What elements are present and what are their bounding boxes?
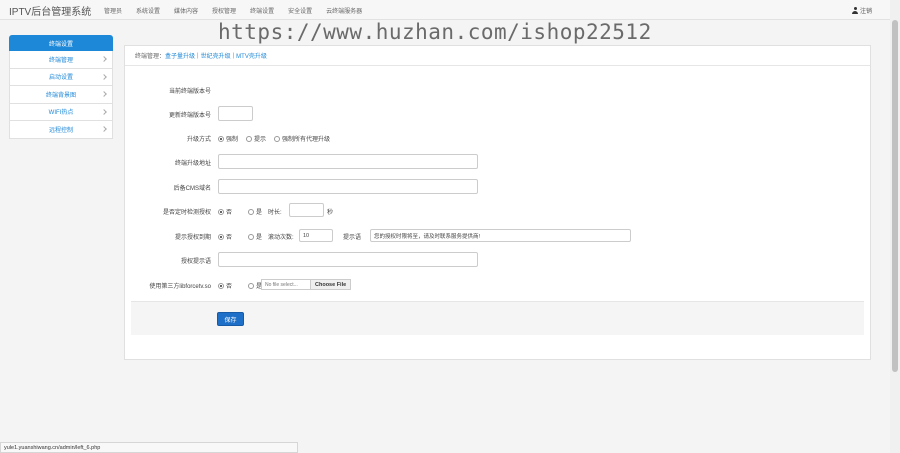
chevron-right-icon [101, 108, 107, 115]
update-version-label: 更新终端版本号 [168, 113, 211, 119]
third-party-lib-label: 使用第三方libforcetv.so [149, 284, 211, 290]
seconds-unit: 秒 [327, 210, 334, 216]
check-auth-label: 是否定时检测授权 [162, 210, 211, 216]
cms-domain-label: 后备CMS域名 [173, 186, 211, 192]
choose-file-button[interactable]: Choose File [310, 280, 351, 289]
duration-label: 时长: [268, 210, 282, 216]
breadcrumb: 终端管理： 盒子量升级 | 世纪壳升级 | MTV壳升级 [125, 46, 870, 66]
sidebar-item-remote-control[interactable]: 远程控制 [9, 121, 113, 139]
check-auth-no-radio[interactable] [218, 208, 224, 215]
chevron-right-icon [101, 91, 107, 97]
auth-prompt-input[interactable] [218, 252, 478, 267]
chevron-right-icon [101, 126, 107, 132]
third-party-lib-no-radio[interactable] [218, 282, 224, 289]
expire-prompt-group: 否 是 [218, 232, 262, 241]
breadcrumb-separator: | [232, 52, 235, 59]
duration-input[interactable] [289, 203, 324, 217]
prompt-text-label: 提示语 [343, 235, 362, 241]
sidebar-item-boot-settings[interactable]: 启动设置 [9, 68, 113, 86]
breadcrumb-separator: | [197, 52, 199, 59]
expire-prompt-yes-label: 是 [256, 235, 263, 241]
logout-link[interactable]: 注销 [852, 6, 872, 15]
watermark: https://www.huzhan.com/ishop22512 [218, 20, 652, 44]
nav-item-system-settings[interactable]: 系统设置 [136, 6, 160, 15]
sidebar-header[interactable]: 终端设置 [9, 35, 113, 51]
tab-century-shell-upgrade[interactable]: 世纪壳升级 [201, 51, 231, 60]
third-party-lib-group: 否 是 [218, 281, 262, 290]
sidebar-item-label: 启动设置 [48, 75, 73, 82]
page-scrollbar[interactable] [890, 0, 900, 453]
check-auth-group: 否 是 [218, 207, 262, 216]
chevron-right-icon [101, 73, 107, 80]
user-icon [852, 7, 858, 14]
upgrade-mode-force-all-radio[interactable] [274, 135, 281, 142]
scroll-count-label: 滚动次数: [268, 235, 294, 241]
expire-prompt-label: 提示授权到期 [174, 235, 211, 241]
file-upload[interactable]: No file select... Choose File [261, 279, 352, 290]
logout-label: 注销 [860, 9, 873, 15]
status-bar-url: yule1.yuanshiwang.cn/admin/left_6.php [0, 442, 298, 453]
upgrade-mode-force-all-label: 强制所有代理升级 [282, 137, 331, 143]
sidebar: 终端设置 终端管理 启动设置 终端背景图 WIFI热点 远程控制 [9, 35, 113, 139]
nav-item-cloud-server[interactable]: 云终端服务器 [326, 6, 362, 15]
sidebar-item-wifi-hotspot[interactable]: WIFI热点 [9, 103, 113, 121]
nav-item-security-settings[interactable]: 安全设置 [288, 6, 312, 15]
save-button[interactable]: 保存 [217, 312, 244, 326]
upgrade-mode-label: 升级方式 [186, 137, 211, 143]
upgrade-mode-force-label: 强制 [226, 137, 239, 143]
expire-prompt-no-radio[interactable] [218, 233, 224, 240]
current-version-label: 当前终端版本号 [168, 89, 211, 95]
tab-mtv-shell-upgrade[interactable]: MTV壳升级 [236, 51, 267, 60]
sidebar-item-label: 远程控制 [48, 127, 73, 134]
upgrade-address-input[interactable] [218, 154, 478, 169]
update-version-input[interactable] [218, 106, 253, 121]
main-panel: 终端管理： 盒子量升级 | 世纪壳升级 | MTV壳升级 当前终端版本号 更新终… [124, 45, 871, 360]
top-bar: IPTV后台管理系统 管理员 系统设置 媒体内容 授权管理 终端设置 安全设置 … [0, 0, 890, 20]
sidebar-item-terminal-background[interactable]: 终端背景图 [9, 86, 113, 104]
auth-prompt-label: 授权提示语 [180, 259, 211, 265]
sidebar-item-label: WIFI热点 [48, 110, 74, 117]
check-auth-no-label: 否 [226, 210, 233, 216]
upgrade-mode-force-radio[interactable] [218, 135, 224, 142]
nav-item-license-management[interactable]: 授权管理 [212, 6, 236, 15]
sidebar-item-terminal-management[interactable]: 终端管理 [9, 51, 113, 69]
nav-item-admin[interactable]: 管理员 [104, 6, 122, 15]
chevron-right-icon [101, 56, 107, 62]
prompt-text-input[interactable]: 您的授权时限将至，请及时联系服务提供商! [370, 229, 631, 242]
upgrade-mode-prompt-radio[interactable] [246, 135, 253, 142]
tab-box-upgrade[interactable]: 盒子量升级 [165, 51, 195, 60]
form-footer: 保存 [131, 301, 864, 335]
scrollbar-thumb[interactable] [892, 20, 898, 372]
breadcrumb-label: 终端管理： [135, 54, 166, 60]
file-name-display: No file select... [265, 281, 298, 288]
third-party-lib-no-label: 否 [226, 284, 233, 290]
third-party-lib-yes-radio[interactable] [248, 282, 255, 289]
upgrade-mode-prompt-label: 提示 [254, 137, 267, 143]
app-title: IPTV后台管理系统 [9, 7, 92, 18]
sidebar-item-label: 终端管理 [48, 57, 73, 64]
upgrade-address-label: 终端升级地址 [174, 161, 211, 167]
expire-prompt-no-label: 否 [226, 235, 233, 241]
check-auth-yes-radio[interactable] [248, 208, 255, 215]
main-nav: 管理员 系统设置 媒体内容 授权管理 终端设置 安全设置 云终端服务器 [104, 6, 376, 15]
nav-item-terminal-settings[interactable]: 终端设置 [250, 6, 274, 15]
sidebar-item-label: 终端背景图 [45, 92, 76, 99]
cms-domain-input[interactable] [218, 179, 478, 194]
scroll-count-input[interactable]: 10 [299, 229, 333, 242]
expire-prompt-yes-radio[interactable] [248, 233, 255, 240]
upgrade-mode-group: 强制 提示 强制所有代理升级 [218, 134, 330, 143]
nav-item-media-content[interactable]: 媒体内容 [174, 6, 198, 15]
check-auth-yes-label: 是 [256, 210, 263, 216]
